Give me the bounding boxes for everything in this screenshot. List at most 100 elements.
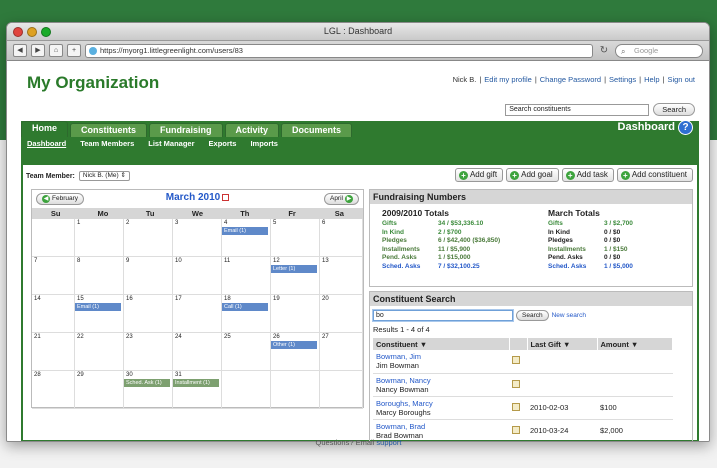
browser-search-field[interactable]: ⌕ Google	[615, 43, 703, 58]
calendar-event[interactable]: Email (1)	[222, 227, 268, 235]
add-constituent-button[interactable]: + Add constituent	[616, 168, 693, 182]
totals-row[interactable]: Pend. Asks 0 / $0	[548, 254, 633, 263]
add-gift-button[interactable]: + Add gift	[454, 168, 504, 182]
sign-out-link[interactable]: Sign out	[667, 75, 695, 84]
edit-icon[interactable]	[512, 402, 520, 411]
calendar-day[interactable]: 26 Other (1)	[271, 333, 320, 371]
edit-icon[interactable]	[512, 425, 520, 434]
totals-row[interactable]: Pledges 0 / $0	[548, 237, 633, 246]
search-button[interactable]: Search	[653, 103, 695, 116]
help-link[interactable]: Help	[644, 75, 659, 84]
change-password-link[interactable]: Change Password	[540, 75, 601, 84]
reload-icon[interactable]: ↻	[597, 45, 611, 56]
subnav-imports[interactable]: Imports	[250, 139, 278, 148]
constituent-link[interactable]: Bowman, Jim	[376, 352, 506, 361]
support-link[interactable]: support	[376, 438, 401, 447]
calendar-day[interactable]: 30 Sched. Ask (1)	[124, 371, 173, 409]
calendar-day[interactable]: 8	[75, 257, 124, 295]
calendar-event[interactable]: Sched. Ask (1)	[124, 379, 170, 387]
column-last-gift[interactable]: Last Gift ▼	[527, 338, 598, 350]
tab-fundraising[interactable]: Fundraising	[149, 123, 223, 137]
calendar-day[interactable]: 11	[222, 257, 271, 295]
calendar-day[interactable]: 28	[32, 371, 75, 409]
calendar-day[interactable]: 19	[271, 295, 320, 333]
totals-row[interactable]: In Kind 2 / $700	[382, 229, 500, 238]
totals-row[interactable]: Sched. Asks 1 / $5,000	[548, 263, 633, 272]
calendar-day[interactable]: 9	[124, 257, 173, 295]
totals-row[interactable]: Gifts 3 / $2,700	[548, 220, 633, 229]
totals-row[interactable]: In Kind 0 / $0	[548, 229, 633, 238]
calendar-day[interactable]: 10	[173, 257, 222, 295]
subnav-list-manager[interactable]: List Manager	[148, 139, 194, 148]
new-search-link[interactable]: New search	[552, 312, 586, 319]
calendar-day[interactable]: 1	[75, 219, 124, 257]
edit-icon[interactable]	[512, 356, 520, 365]
calendar-event[interactable]: Installment (1)	[173, 379, 219, 387]
edit-icon[interactable]	[512, 379, 520, 388]
totals-row[interactable]: Pledges 6 / $42,400 ($36,850)	[382, 237, 500, 246]
calendar-day[interactable]: 18 Call (1)	[222, 295, 271, 333]
constituent-link[interactable]: Bowman, Nancy	[376, 376, 506, 385]
totals-row[interactable]: Gifts 34 / $53,336.10	[382, 220, 500, 229]
calendar-event[interactable]: Call (1)	[222, 303, 268, 311]
calendar-day[interactable]: 21	[32, 333, 75, 371]
totals-row[interactable]: Installments 11 / $5,900	[382, 246, 500, 255]
tab-home[interactable]: Home	[21, 121, 69, 137]
team-member-select[interactable]: Nick B. (Me) ⇕	[78, 171, 130, 181]
forward-icon[interactable]: ▶	[31, 44, 45, 57]
calendar-day[interactable]: 20	[320, 295, 363, 333]
calendar-day[interactable]: 7	[32, 257, 75, 295]
subnav-dashboard[interactable]: Dashboard	[27, 139, 66, 148]
calendar-day[interactable]: 3	[173, 219, 222, 257]
calendar-day[interactable]	[32, 219, 75, 257]
search-constituents-input[interactable]: Search constituents	[505, 103, 650, 116]
calendar-day[interactable]: 25	[222, 333, 271, 371]
calendar-day[interactable]: 14	[32, 295, 75, 333]
subnav-team-members[interactable]: Team Members	[80, 139, 134, 148]
calendar-day[interactable]: 23	[124, 333, 173, 371]
calendar-icon[interactable]	[222, 193, 230, 201]
calendar-day[interactable]: 13	[320, 257, 363, 295]
calendar-day[interactable]: 29	[75, 371, 124, 409]
column-amount[interactable]: Amount ▼	[597, 338, 673, 350]
settings-link[interactable]: Settings	[609, 75, 636, 84]
tab-activity[interactable]: Activity	[224, 123, 280, 137]
address-field[interactable]: https://myorg1.littlegreenlight.com/user…	[85, 43, 593, 58]
calendar-day[interactable]	[271, 371, 320, 409]
constituent-search-input[interactable]: bo	[373, 310, 513, 321]
constituent-link[interactable]: Boroughs, Marcy	[376, 399, 506, 408]
calendar-event[interactable]: Letter (1)	[271, 265, 317, 273]
totals-row[interactable]: Pend. Asks 1 / $15,000	[382, 254, 500, 263]
tab-documents[interactable]: Documents	[281, 123, 353, 137]
back-icon[interactable]: ◀	[13, 44, 27, 57]
calendar-day[interactable]: 22	[75, 333, 124, 371]
constituent-link[interactable]: Bowman, Brad	[376, 422, 506, 431]
totals-row[interactable]: Sched. Asks 7 / $32,100.25	[382, 263, 500, 272]
calendar-day[interactable]: 15 Email (1)	[75, 295, 124, 333]
calendar-day[interactable]: 4 Email (1)	[222, 219, 271, 257]
calendar-day[interactable]: 24	[173, 333, 222, 371]
calendar-day[interactable]: 31 Installment (1)	[173, 371, 222, 409]
calendar-day[interactable]: 12 Letter (1)	[271, 257, 320, 295]
calendar-event[interactable]: Email (1)	[75, 303, 121, 311]
calendar-day[interactable]: 17	[173, 295, 222, 333]
totals-row[interactable]: Installments 1 / $150	[548, 246, 633, 255]
add-goal-button[interactable]: + Add goal	[506, 168, 559, 182]
home-icon[interactable]: ⌂	[49, 44, 63, 57]
next-month-button[interactable]: April ▶	[323, 193, 359, 205]
calendar-event[interactable]: Other (1)	[271, 341, 317, 349]
edit-profile-link[interactable]: Edit my profile	[484, 75, 532, 84]
calendar-day[interactable]: 16	[124, 295, 173, 333]
subnav-exports[interactable]: Exports	[209, 139, 237, 148]
calendar-day[interactable]: 6	[320, 219, 363, 257]
calendar-day[interactable]: 5	[271, 219, 320, 257]
calendar-day[interactable]	[320, 371, 363, 409]
column-constituent[interactable]: Constituent ▼	[373, 338, 510, 350]
tab-constituents[interactable]: Constituents	[70, 123, 148, 137]
calendar-day[interactable]: 27	[320, 333, 363, 371]
calendar-day[interactable]	[222, 371, 271, 409]
help-icon[interactable]: ?	[678, 120, 693, 135]
calendar-day[interactable]: 2	[124, 219, 173, 257]
constituent-search-button[interactable]: Search	[516, 310, 549, 321]
add-task-button[interactable]: + Add task	[561, 168, 614, 182]
